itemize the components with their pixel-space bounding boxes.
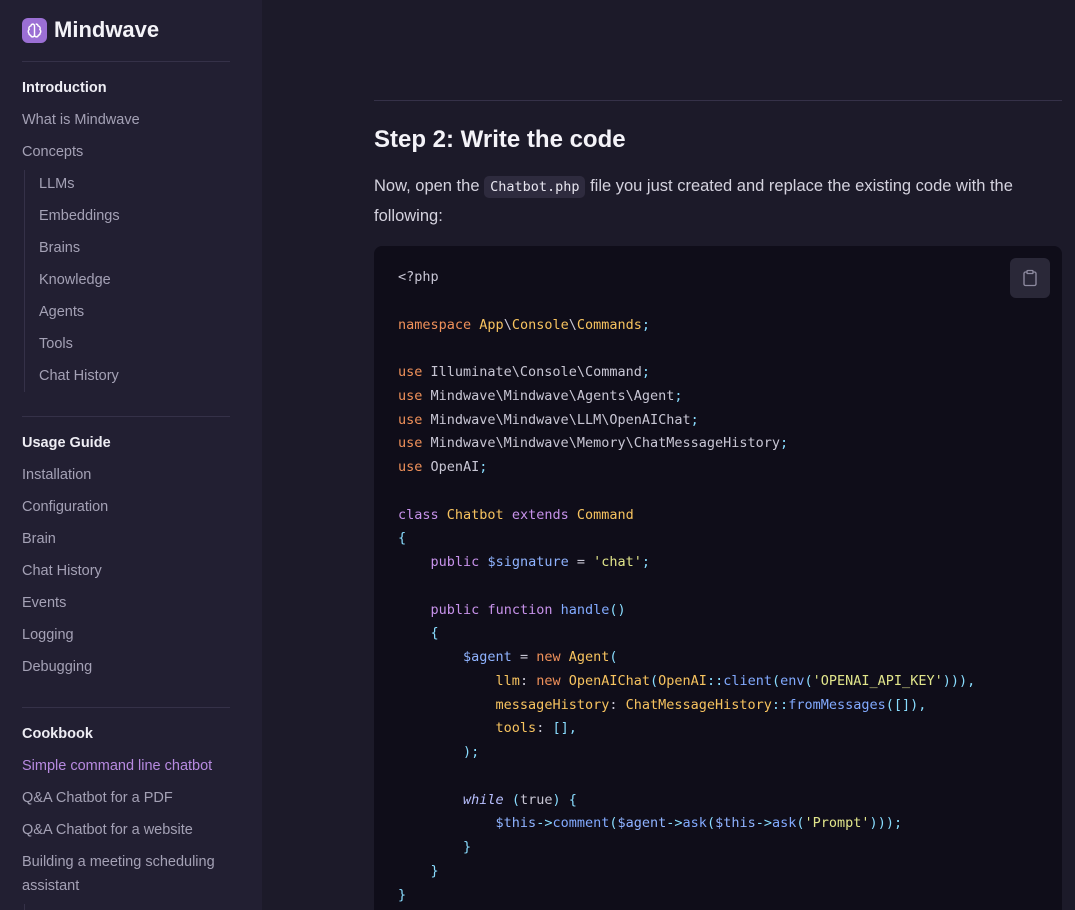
section-title-usage-guide: Usage Guide <box>22 435 111 451</box>
section-divider <box>374 100 1062 101</box>
nav-item-knowledge[interactable]: Knowledge <box>39 272 111 288</box>
nav-item-llms[interactable]: LLMs <box>39 176 74 192</box>
nav-item-qa-chatbot-website[interactable]: Q&A Chatbot for a website <box>22 822 193 838</box>
page-heading: Step 2: Write the code <box>374 126 626 153</box>
nav-item-qa-chatbot-pdf[interactable]: Q&A Chatbot for a PDF <box>22 790 173 806</box>
intro-paragraph: Now, open the Chatbot.php file you just … <box>374 172 1054 231</box>
nav-item-meeting-scheduling-assistant-cont[interactable]: assistant <box>22 878 79 894</box>
nav-item-what-is-mindwave[interactable]: What is Mindwave <box>22 112 140 128</box>
subnav-guide-line <box>24 904 25 910</box>
nav-item-meeting-scheduling-assistant[interactable]: Building a meeting scheduling <box>22 854 215 870</box>
sidebar-divider <box>22 416 230 417</box>
inline-code-filename: Chatbot.php <box>484 176 586 198</box>
nav-item-brains[interactable]: Brains <box>39 240 80 256</box>
nav-item-logging[interactable]: Logging <box>22 627 74 643</box>
nav-item-chat-history[interactable]: Chat History <box>22 563 102 579</box>
code-content: <?php namespace App\Console\Commands; us… <box>398 269 976 903</box>
nav-item-simple-command-line-chatbot[interactable]: Simple command line chatbot <box>22 758 212 774</box>
brand-name: Mindwave <box>54 17 160 42</box>
nav-item-debugging[interactable]: Debugging <box>22 659 92 675</box>
clipboard-icon <box>1023 269 1037 287</box>
code-block: <?php namespace App\Console\Commands; us… <box>374 246 1062 910</box>
brand[interactable]: Mindwave <box>22 16 159 44</box>
sidebar-divider <box>22 61 230 62</box>
nav-item-concepts[interactable]: Concepts <box>22 144 83 160</box>
nav-item-brain[interactable]: Brain <box>22 531 56 547</box>
section-title-cookbook: Cookbook <box>22 726 93 742</box>
nav-item-agents[interactable]: Agents <box>39 304 84 320</box>
sidebar: Mindwave Introduction What is Mindwave C… <box>0 0 262 910</box>
para-text-prefix: Now, open the <box>374 177 485 195</box>
brain-icon <box>22 17 47 43</box>
main-content: Step 2: Write the code Now, open the Cha… <box>262 0 1075 910</box>
sidebar-divider <box>22 707 230 708</box>
nav-item-embeddings[interactable]: Embeddings <box>39 208 120 224</box>
nav-item-installation[interactable]: Installation <box>22 467 91 483</box>
nav-item-configuration[interactable]: Configuration <box>22 499 108 515</box>
copy-button[interactable] <box>1010 258 1050 298</box>
subnav-guide-line <box>24 170 25 392</box>
nav-item-chat-history-concept[interactable]: Chat History <box>39 368 119 384</box>
section-title-introduction: Introduction <box>22 80 107 96</box>
nav-item-events[interactable]: Events <box>22 595 66 611</box>
nav-item-tools[interactable]: Tools <box>39 336 73 352</box>
